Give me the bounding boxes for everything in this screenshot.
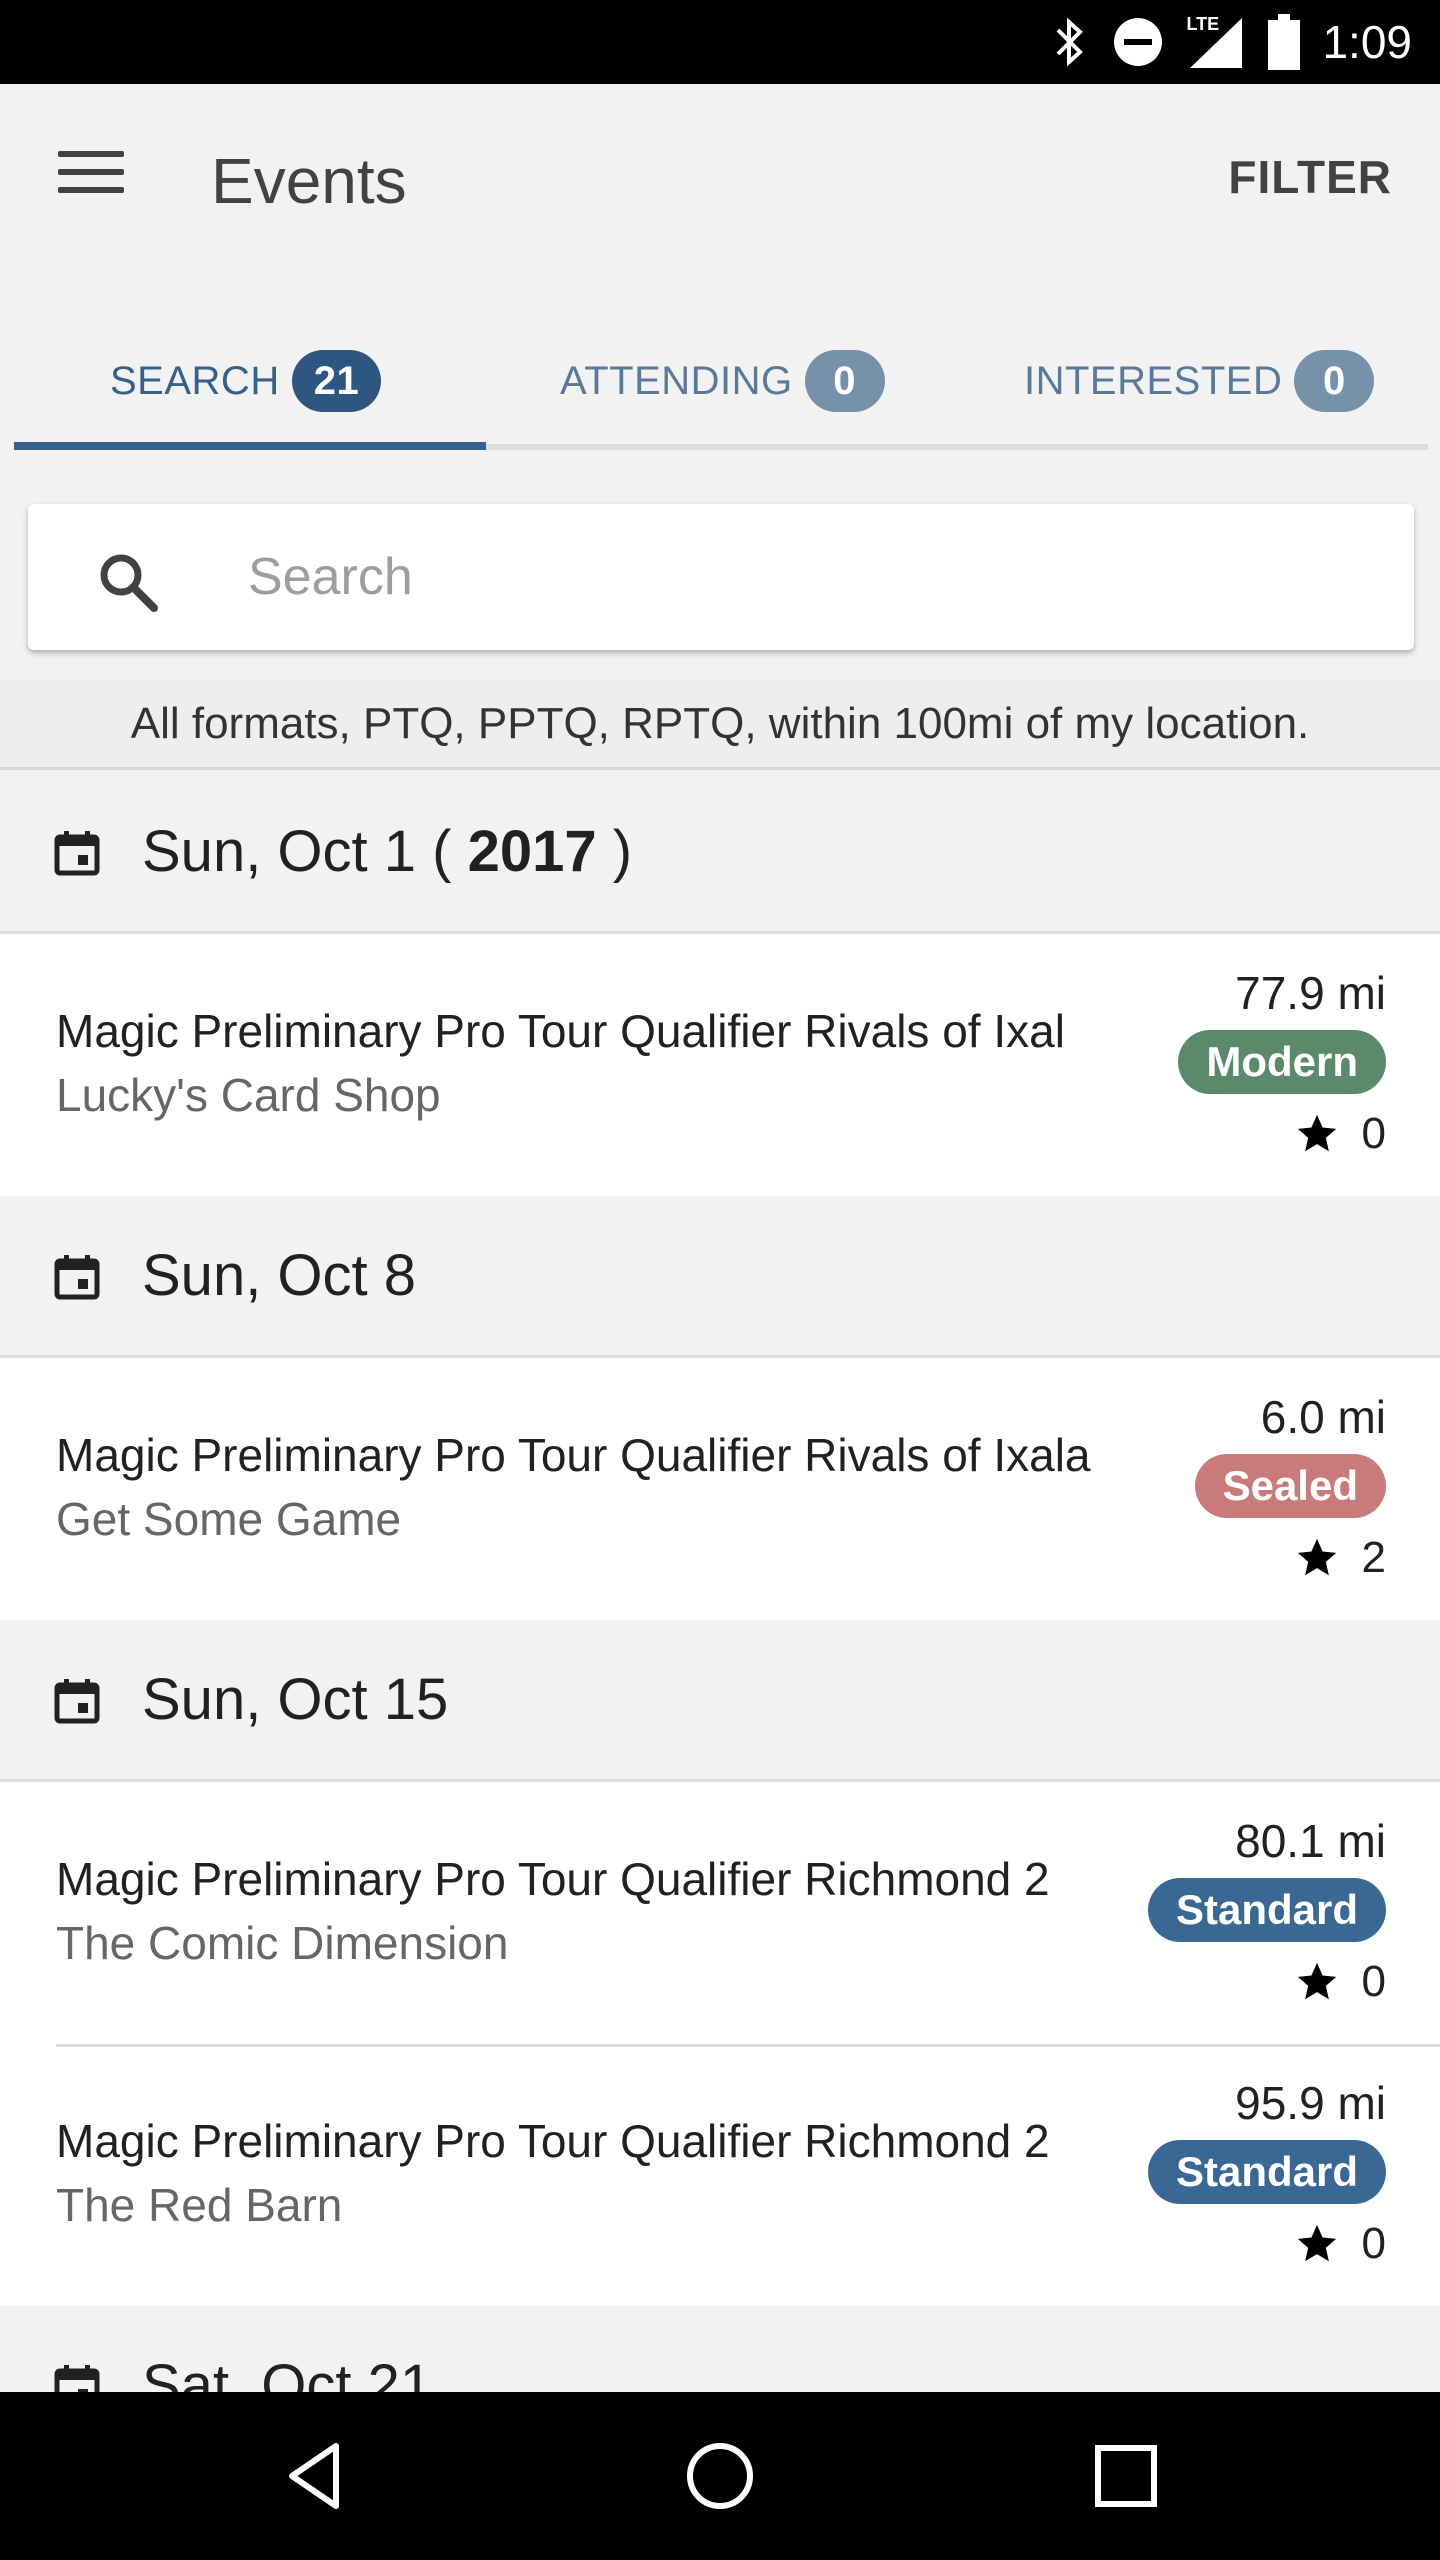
event-row[interactable]: Magic Preliminary Pro Tour Qualifier Riv… bbox=[0, 934, 1440, 1196]
date-label: Sat, Oct 21 bbox=[142, 2353, 433, 2392]
date-header: Sun, Oct 15 bbox=[0, 1620, 1440, 1782]
format-badge: Standard bbox=[1147, 1878, 1386, 1942]
interested-count: 0 bbox=[1294, 1104, 1386, 1164]
date-label: Sun, Oct 15 bbox=[142, 1667, 449, 1732]
star-icon bbox=[1297, 1962, 1336, 2000]
event-row[interactable]: Magic Preliminary Pro Tour Qualifier Ric… bbox=[0, 2044, 1440, 2306]
bluetooth-icon bbox=[1057, 17, 1084, 67]
app-bar: Events FILTER bbox=[0, 84, 1440, 260]
home-icon[interactable] bbox=[680, 2436, 760, 2516]
date-text: Sun, Oct 1 bbox=[142, 819, 417, 884]
format-badge: Standard bbox=[1147, 2140, 1386, 2204]
menu-button[interactable] bbox=[46, 134, 136, 210]
count-badge: 0 bbox=[804, 350, 885, 412]
tab-bar: SEARCH 21 ATTENDING 0 INTERESTED 0 bbox=[14, 260, 1428, 452]
status-time: 1:09 bbox=[1322, 16, 1412, 68]
tab-label: ATTENDING bbox=[560, 358, 793, 403]
event-row[interactable]: Magic Preliminary Pro Tour Qualifier Ric… bbox=[0, 1782, 1440, 2044]
event-store: Lucky's Card Shop bbox=[56, 1069, 441, 1121]
interested-count: 0 bbox=[1294, 1952, 1386, 2012]
event-distance: 77.9 mi bbox=[1235, 967, 1386, 1019]
date-header: Sun, Oct 1 ( 2017 ) bbox=[0, 772, 1440, 934]
recents-icon[interactable] bbox=[1086, 2436, 1166, 2516]
search-icon bbox=[100, 554, 158, 612]
filter-summary: All formats, PTQ, PPTQ, RPTQ, within 100… bbox=[0, 680, 1440, 770]
format-badge: Modern bbox=[1178, 1030, 1386, 1094]
tab-label: INTERESTED bbox=[1024, 358, 1283, 403]
format-badge: Sealed bbox=[1194, 1454, 1386, 1518]
event-title: Magic Preliminary Pro Tour Qualifier Ric… bbox=[56, 1853, 1050, 1905]
interested-count: 2 bbox=[1294, 1528, 1386, 1588]
tab-active-indicator bbox=[14, 442, 486, 450]
calendar-icon bbox=[54, 2365, 100, 2392]
navigation-bar bbox=[0, 2392, 1440, 2560]
date-label: Sun, Oct 1 ( 2017 ) bbox=[142, 818, 632, 885]
event-meta: 80.1 mi Standard 0 bbox=[1147, 1812, 1386, 2012]
tab-search[interactable]: SEARCH 21 bbox=[110, 344, 382, 418]
interested-number: 0 bbox=[1361, 1957, 1386, 2006]
event-meta: 77.9 mi Modern 0 bbox=[1178, 964, 1386, 1164]
menu-icon-line bbox=[58, 169, 124, 175]
date-label: Sun, Oct 8 bbox=[142, 1243, 417, 1308]
events-list: Sun, Oct 1 ( 2017 ) Magic Preliminary Pr… bbox=[0, 772, 1440, 2392]
calendar-icon bbox=[54, 831, 100, 876]
do-not-disturb-icon bbox=[1114, 18, 1163, 66]
menu-icon-line bbox=[58, 187, 124, 193]
interested-number: 0 bbox=[1361, 2219, 1386, 2268]
year-suffix: ) bbox=[596, 819, 633, 884]
star-icon bbox=[1297, 1114, 1336, 1152]
star-icon bbox=[1297, 2224, 1336, 2262]
search-input[interactable] bbox=[248, 534, 1348, 620]
star-icon bbox=[1297, 1538, 1336, 1576]
event-distance: 95.9 mi bbox=[1235, 2077, 1386, 2129]
back-icon[interactable] bbox=[276, 2436, 356, 2516]
tab-interested[interactable]: INTERESTED 0 bbox=[1024, 344, 1375, 418]
date-header: Sat, Oct 21 bbox=[0, 2306, 1440, 2392]
event-row[interactable]: Magic Preliminary Pro Tour Qualifier Riv… bbox=[0, 1358, 1440, 1620]
lte-signal-icon: LTE bbox=[1186, 14, 1246, 70]
search-box[interactable] bbox=[28, 504, 1414, 650]
count-badge: 21 bbox=[291, 350, 382, 412]
calendar-icon bbox=[54, 1255, 100, 1300]
interested-number: 0 bbox=[1361, 1109, 1386, 1158]
year-prefix: ( bbox=[416, 819, 468, 884]
battery-icon bbox=[1268, 14, 1301, 70]
tab-attending[interactable]: ATTENDING 0 bbox=[560, 344, 885, 418]
event-title: Magic Preliminary Pro Tour Qualifier Riv… bbox=[56, 1005, 1065, 1057]
count-badge: 0 bbox=[1294, 350, 1375, 412]
menu-icon-line bbox=[58, 151, 124, 157]
tab-label: SEARCH bbox=[110, 358, 280, 403]
event-distance: 80.1 mi bbox=[1235, 1815, 1386, 1867]
interested-count: 0 bbox=[1294, 2214, 1386, 2274]
event-store: The Red Barn bbox=[56, 2179, 343, 2231]
event-title: Magic Preliminary Pro Tour Qualifier Ric… bbox=[56, 2115, 1050, 2167]
interested-number: 2 bbox=[1361, 1533, 1386, 1582]
event-title: Magic Preliminary Pro Tour Qualifier Riv… bbox=[56, 1429, 1091, 1481]
calendar-icon bbox=[54, 1679, 100, 1724]
status-bar: LTE 1:09 bbox=[0, 0, 1440, 84]
event-store: Get Some Game bbox=[56, 1493, 402, 1545]
event-distance: 6.0 mi bbox=[1260, 1391, 1386, 1443]
page-title: Events bbox=[211, 145, 407, 217]
filter-button[interactable]: FILTER bbox=[1228, 150, 1392, 204]
date-header: Sun, Oct 8 bbox=[0, 1196, 1440, 1358]
event-meta: 95.9 mi Standard 0 bbox=[1147, 2074, 1386, 2274]
event-store: The Comic Dimension bbox=[56, 1917, 509, 1969]
date-year: 2017 bbox=[467, 819, 597, 884]
event-meta: 6.0 mi Sealed 2 bbox=[1194, 1388, 1386, 1588]
